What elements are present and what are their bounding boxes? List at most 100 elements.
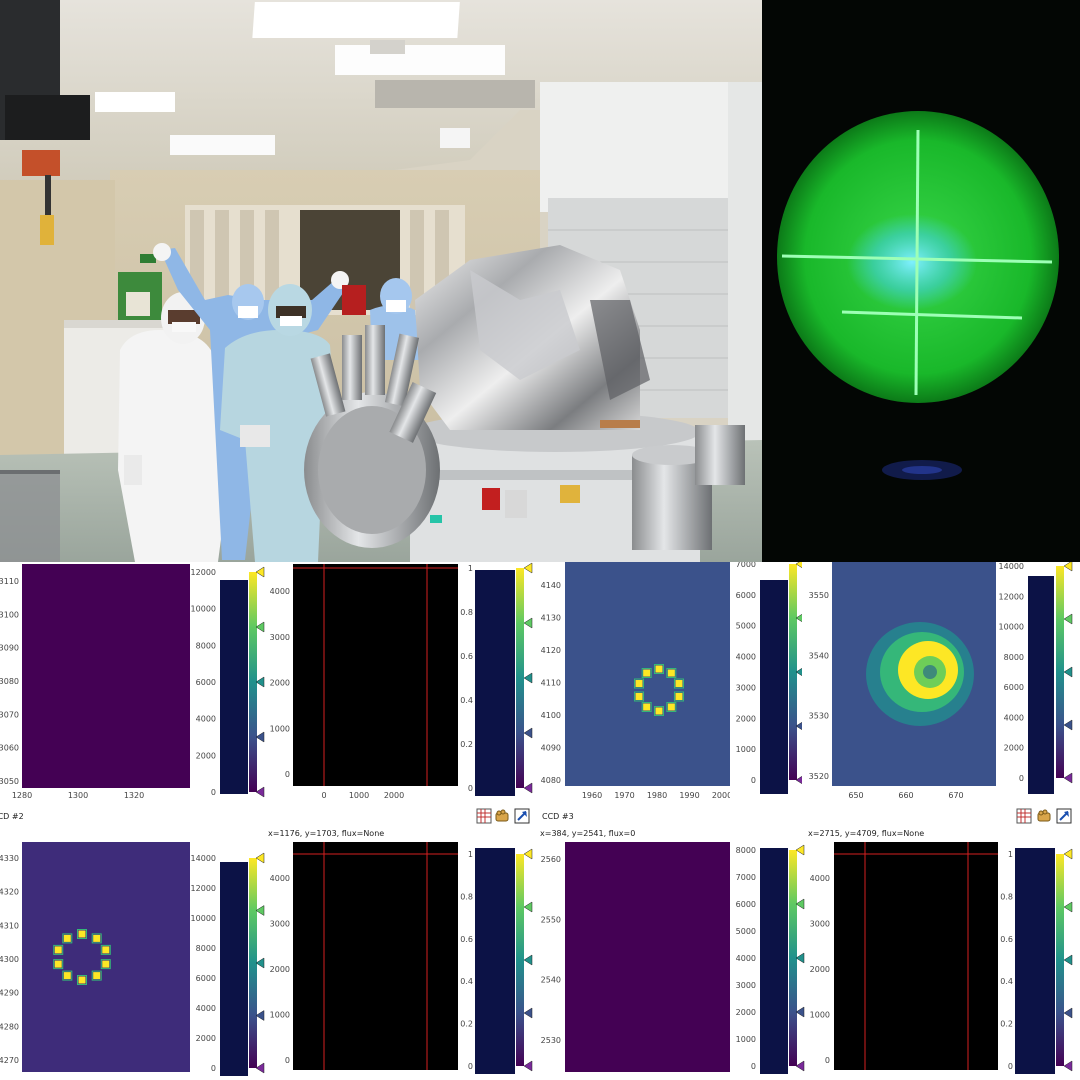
colorbar-handle[interactable] [523, 782, 533, 794]
tick-label: 1 [468, 564, 473, 573]
colorbar-handle[interactable] [523, 562, 533, 574]
line-x-tick-labels: 0 1000 2000 [321, 791, 404, 800]
x-tick-labels: 650 660 670 [848, 791, 963, 800]
expand-button[interactable] [514, 808, 530, 824]
tick-label: 3550 [809, 591, 829, 600]
line-plot-3[interactable]: 4000 3000 2000 1000 0 [268, 840, 473, 1080]
tick-label: 6000 [736, 900, 756, 909]
tick-label: 4000 [196, 1004, 216, 1013]
colorbar-handle[interactable] [795, 1060, 805, 1072]
colorbar-handle[interactable] [255, 676, 265, 688]
colorbar-handle[interactable] [1063, 613, 1073, 625]
tick-label: 0.8 [460, 608, 473, 617]
image-area [22, 842, 190, 1072]
colorbar-handle[interactable] [1063, 901, 1073, 913]
image-plot[interactable]: 2560 2550 2540 2530 [540, 840, 755, 1080]
colorbar-2[interactable]: 1 0.8 0.6 0.4 0.2 0 [458, 840, 538, 1080]
colorbar-handle[interactable] [523, 1060, 533, 1072]
colorbar-handle[interactable] [1063, 1007, 1073, 1019]
colorbar-handle[interactable] [255, 566, 265, 578]
pan-button-2[interactable] [1036, 808, 1052, 824]
colorbar-handle[interactable] [795, 898, 805, 910]
colorbar-handle[interactable] [255, 621, 265, 633]
ccd-label-3: CCD #3 [542, 812, 574, 821]
y-tick-labels: 3110 3100 3090 3080 3070 3060 3050 [0, 577, 19, 786]
colorbar-gradient [516, 568, 524, 788]
tick-label: 3520 [809, 772, 829, 781]
line-plot-1[interactable]: 4000 3000 2000 1000 0 0 1000 2000 [268, 562, 473, 800]
tick-label: 3070 [0, 710, 19, 719]
colorbar-handle[interactable] [255, 1062, 265, 1074]
colorbar-handle[interactable] [523, 727, 533, 739]
histogram-area [475, 570, 515, 796]
tick-label: 4000 [736, 954, 756, 963]
colorbar-handle[interactable] [523, 848, 533, 860]
colorbar-handle[interactable] [1063, 954, 1073, 966]
colorbar-handle[interactable] [523, 617, 533, 629]
spot [635, 692, 643, 700]
tick-label: 4100 [541, 711, 561, 720]
colorbar-2[interactable]: 14000 12000 10000 8000 6000 4000 2000 0 [996, 562, 1080, 800]
spot [667, 703, 675, 711]
tick-label: 3050 [0, 777, 19, 786]
tick-label: 2560 [541, 855, 561, 864]
image-plot[interactable]: 4330 4320 4310 4300 4290 4280 4270 [0, 840, 215, 1080]
colorbar-handle[interactable] [1063, 772, 1073, 784]
colorbar-handle[interactable] [1063, 562, 1073, 572]
colorbar-tick-labels: 7000 6000 5000 4000 3000 2000 1000 0 [736, 562, 756, 785]
tick-label: 0 [751, 1062, 756, 1071]
colorbar-handle[interactable] [523, 1007, 533, 1019]
line-plot-4[interactable]: 4000 3000 2000 1000 0 [806, 840, 1014, 1080]
pan-button[interactable] [494, 808, 510, 824]
grid-button[interactable] [476, 808, 492, 824]
spot [675, 692, 683, 700]
tick-label: 2550 [541, 915, 561, 924]
image-plot-2[interactable]: 3550 3540 3530 3520 650 660 670 [802, 562, 1012, 800]
grid-button-2[interactable] [1016, 808, 1032, 824]
tick-label: 0 [211, 788, 216, 797]
ccd-panel-4: 2560 2550 2540 2530 8000 7000 6000 5000 4000 300… [540, 840, 1080, 1080]
colorbar-handle[interactable] [255, 786, 265, 798]
tick-label: 0 [751, 776, 756, 785]
x-tick-labels: 1960 1970 1980 1990 2000 [582, 791, 732, 800]
colorbar-handle[interactable] [523, 901, 533, 913]
spot [78, 930, 86, 938]
colorbar-handle[interactable] [255, 852, 265, 864]
colorbar-2[interactable]: 1 0.8 0.6 0.4 0.2 0 [998, 840, 1080, 1080]
colorbar-1[interactable]: 12000 10000 8000 6000 4000 2000 0 [190, 562, 270, 800]
colorbar-1[interactable]: 7000 6000 5000 4000 3000 2000 1000 0 [730, 562, 810, 800]
tick-label: 3540 [809, 651, 829, 660]
colorbar-handle[interactable] [1063, 719, 1073, 731]
colorbar-handle[interactable] [795, 1006, 805, 1018]
colorbar-handle[interactable] [255, 957, 265, 969]
tick-label: 3530 [809, 712, 829, 721]
tick-label: 2000 [736, 1008, 756, 1017]
colorbar-1[interactable]: 8000 7000 6000 5000 4000 3000 2000 1000 0 [730, 840, 810, 1080]
image-plot[interactable]: 3110 3100 3090 3080 3070 3060 3050 1280 1300 132… [0, 562, 215, 800]
colorbar-handle[interactable] [795, 844, 805, 856]
tick-label: 8000 [1004, 653, 1024, 662]
tick-label: 0.4 [460, 977, 473, 986]
colorbar-handle[interactable] [255, 1010, 265, 1021]
histogram-area [760, 848, 788, 1074]
spot [93, 934, 101, 942]
tick-label: 0.2 [460, 740, 473, 749]
colorbar-handle[interactable] [1063, 1060, 1073, 1072]
line-y-tick-labels: 4000 3000 2000 1000 0 [270, 587, 290, 779]
colorbar-gradient [516, 854, 524, 1066]
colorbar-handle[interactable] [255, 905, 265, 916]
colorbar-2[interactable]: 1 0.8 0.6 0.4 0.2 0 [458, 562, 538, 800]
tick-label: 5000 [736, 927, 756, 936]
colorbar-handle[interactable] [795, 952, 805, 964]
expand-button-2[interactable] [1056, 808, 1072, 824]
colorbar-handle[interactable] [255, 731, 265, 743]
colorbar-1[interactable]: 14000 12000 10000 8000 6000 4000 2000 0 [190, 840, 270, 1080]
tick-label: 0 [1019, 774, 1024, 783]
colorbar-handle[interactable] [523, 672, 533, 684]
spot [63, 934, 71, 942]
colorbar-handle[interactable] [523, 954, 533, 966]
colorbar-handle[interactable] [1063, 666, 1073, 678]
colorbar-handle[interactable] [1063, 848, 1073, 860]
ccd-panel-3: 4330 4320 4310 4300 4290 4280 4270 14000 12000 1… [0, 840, 538, 1080]
image-plot[interactable]: 4140 4130 4120 4110 4100 4090 4080 1960 1970 198… [540, 562, 755, 800]
